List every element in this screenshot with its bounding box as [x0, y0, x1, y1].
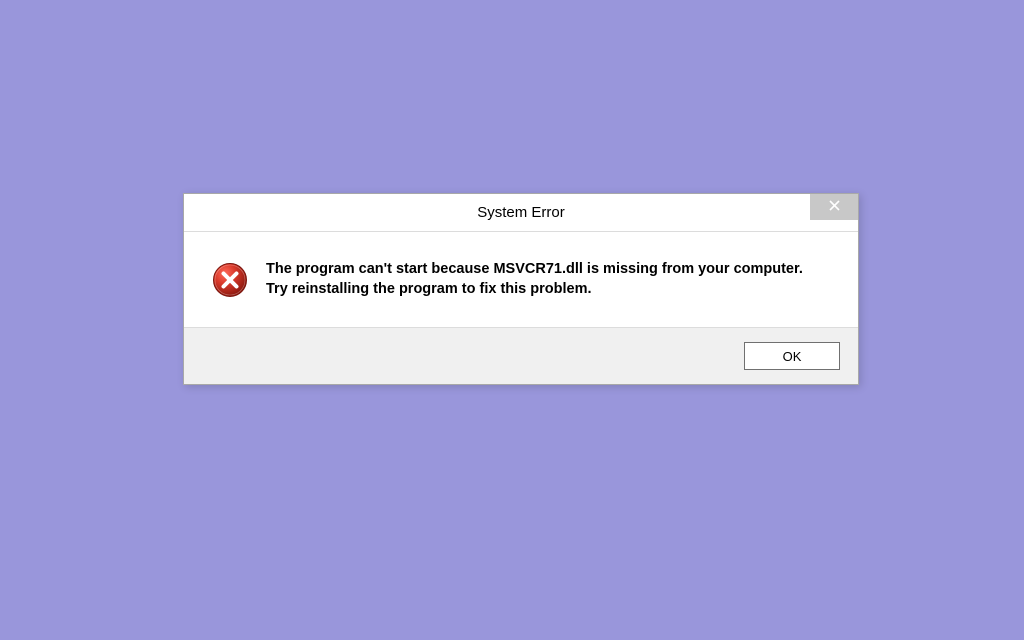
error-message: The program can't start because MSVCR71.… — [266, 260, 806, 299]
dialog-content: The program can't start because MSVCR71.… — [184, 232, 858, 327]
button-area: OK — [184, 327, 858, 384]
close-button[interactable] — [810, 194, 858, 220]
ok-button[interactable]: OK — [744, 342, 840, 370]
titlebar: System Error — [184, 194, 858, 232]
error-icon — [212, 262, 248, 298]
close-icon — [829, 198, 840, 216]
error-dialog: System Error — [183, 193, 859, 385]
dialog-title: System Error — [477, 204, 565, 221]
